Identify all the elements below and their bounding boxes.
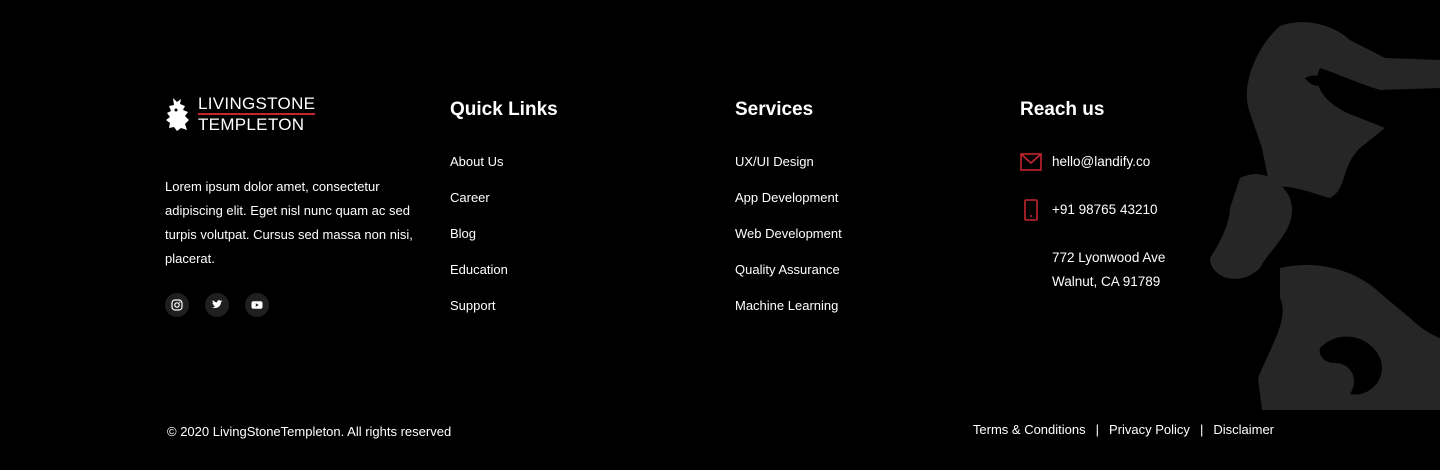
twitter-button[interactable] xyxy=(205,293,229,317)
youtube-button[interactable] xyxy=(245,293,269,317)
quick-link-blog[interactable]: Blog xyxy=(450,222,508,258)
quick-link-about[interactable]: About Us xyxy=(450,150,508,186)
service-app-dev[interactable]: App Development xyxy=(735,186,842,222)
privacy-link[interactable]: Privacy Policy xyxy=(1109,422,1190,437)
address-block: 772 Lyonwood Ave Walnut, CA 91789 xyxy=(1052,246,1165,294)
phone-number[interactable]: +91 98765 43210 xyxy=(1052,198,1157,222)
contact-heading: Reach us xyxy=(1020,99,1105,120)
service-ml[interactable]: Machine Learning xyxy=(735,294,842,330)
logo-line-1: LIVINGSTONE xyxy=(198,94,316,115)
separator: | xyxy=(1095,422,1100,437)
quick-link-education[interactable]: Education xyxy=(450,258,508,294)
address-line-1: 772 Lyonwood Ave xyxy=(1052,250,1166,265)
lion-watermark-icon xyxy=(1210,22,1440,410)
logo-line-2: TEMPLETON xyxy=(198,115,305,134)
brand-description: Lorem ipsum dolor amet, consectetur adip… xyxy=(165,179,413,266)
address-line-2: Walnut, CA 91789 xyxy=(1052,274,1161,289)
services-list: UX/UI Design App Development Web Develop… xyxy=(735,150,842,330)
quick-links-list: About Us Career Blog Education Support xyxy=(450,150,508,330)
instagram-button[interactable] xyxy=(165,293,189,317)
service-qa[interactable]: Quality Assurance xyxy=(735,258,842,294)
quick-link-support[interactable]: Support xyxy=(450,294,508,330)
disclaimer-link[interactable]: Disclaimer xyxy=(1213,422,1274,437)
separator: | xyxy=(1199,422,1204,437)
email-address[interactable]: hello@landify.co xyxy=(1052,150,1150,174)
email-row[interactable]: hello@landify.co xyxy=(1020,150,1150,174)
social-links xyxy=(165,293,269,317)
services-heading: Services xyxy=(735,99,814,120)
site-footer: LIVINGSTONE TEMPLETON Lorem ipsum dolor … xyxy=(0,0,1440,470)
service-web-dev[interactable]: Web Development xyxy=(735,222,842,258)
service-ux-ui[interactable]: UX/UI Design xyxy=(735,150,842,186)
lion-logo-icon xyxy=(166,98,189,131)
copyright-text: © 2020 LivingStoneTempleton. All rights … xyxy=(167,424,452,439)
phone-row[interactable]: +91 98765 43210 xyxy=(1020,198,1157,222)
quick-link-career[interactable]: Career xyxy=(450,186,508,222)
instagram-icon xyxy=(171,299,183,311)
twitter-icon xyxy=(212,300,223,308)
logo-wordmark: LIVINGSTONE TEMPLETON xyxy=(198,94,316,134)
terms-link[interactable]: Terms & Conditions xyxy=(973,422,1086,437)
phone-icon xyxy=(1020,198,1042,222)
youtube-icon xyxy=(251,301,263,309)
quick-links-heading: Quick Links xyxy=(450,99,558,120)
legal-links: Terms & Conditions | Privacy Policy | Di… xyxy=(973,422,1274,437)
mail-icon xyxy=(1020,150,1042,174)
brand-logo[interactable]: LIVINGSTONE TEMPLETON xyxy=(165,94,316,134)
